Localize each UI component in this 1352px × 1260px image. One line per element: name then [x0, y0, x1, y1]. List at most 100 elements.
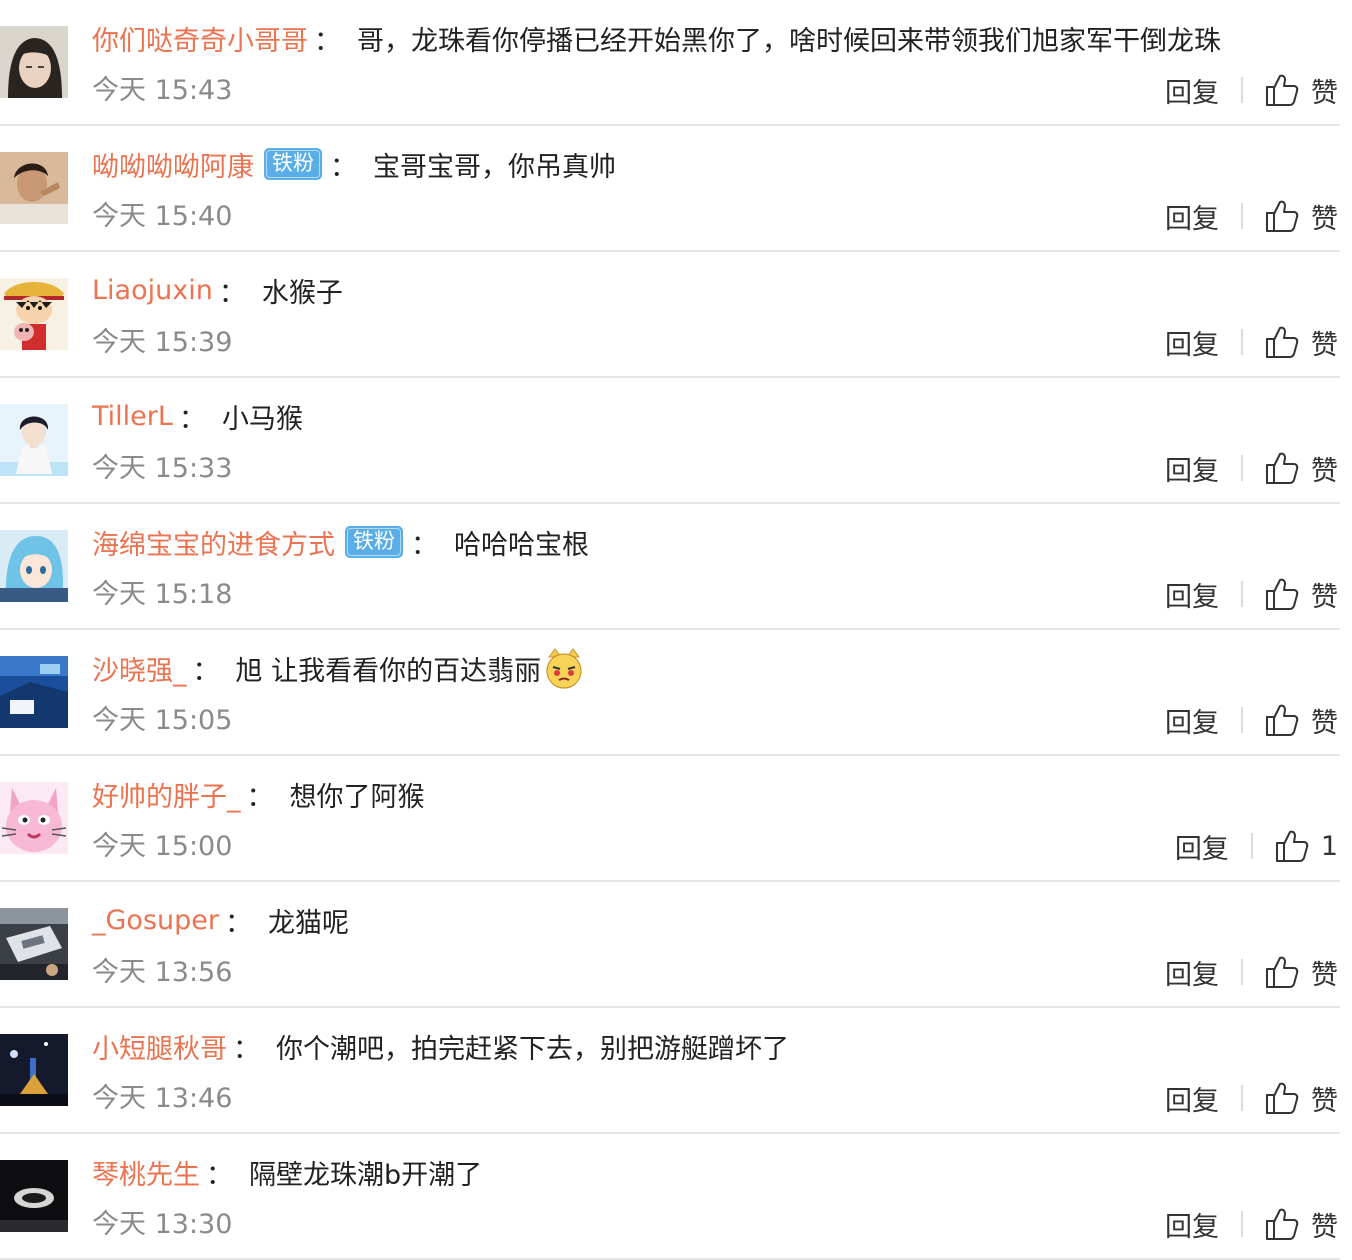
action-divider	[1241, 959, 1243, 985]
avatar[interactable]	[0, 404, 68, 476]
action-divider	[1241, 455, 1243, 481]
username-link[interactable]: 琴桃先生	[92, 1153, 200, 1192]
like-button[interactable]: 赞	[1265, 953, 1338, 992]
comment-actions: 回复 赞	[1165, 950, 1338, 994]
reply-button[interactable]: 回复	[1165, 1079, 1219, 1118]
action-divider	[1241, 581, 1243, 607]
comment-text: 小马猴	[221, 403, 303, 435]
like-label: 赞	[1311, 329, 1338, 361]
like-label: 赞	[1311, 959, 1338, 991]
comment-line: 呦呦呦呦阿康 铁粉 ： 宝哥宝哥，你吊真帅	[92, 142, 616, 186]
comment-actions: 回复 1	[1175, 824, 1338, 868]
comment-line: 小短腿秋哥 ： 你个潮吧，拍完赶紧下去，别把游艇蹭坏了	[92, 1024, 789, 1068]
like-button[interactable]: 赞	[1265, 449, 1338, 488]
colon-separator: ：	[233, 1033, 260, 1065]
comment-line: 海绵宝宝的进食方式 铁粉 ： 哈哈哈宝根	[92, 520, 589, 564]
username-link[interactable]: _Gosuper	[92, 905, 219, 936]
username-link[interactable]: 你们哒奇奇小哥哥	[92, 19, 308, 58]
comment-item: TillerL ： 小马猴 今天 15:33 回复 赞	[0, 378, 1352, 504]
username-link[interactable]: 海绵宝宝的进食方式	[92, 523, 335, 562]
like-button[interactable]: 赞	[1265, 71, 1338, 110]
reply-button[interactable]: 回复	[1165, 575, 1219, 614]
comment-timestamp: 今天 15:05	[92, 705, 233, 736]
comment-timestamp: 今天 13:30	[92, 1209, 233, 1240]
comment-item: 小短腿秋哥 ： 你个潮吧，拍完赶紧下去，别把游艇蹭坏了 今天 13:46 回复 …	[0, 1008, 1352, 1134]
comment-line: 沙晓强_ ： 旭 让我看看你的百达翡丽	[92, 646, 585, 690]
username-link[interactable]: 好帅的胖子_	[92, 775, 241, 814]
emoji-icon	[546, 648, 582, 689]
thumbs-up-icon	[1265, 955, 1299, 989]
comment-list: 你们哒奇奇小哥哥 ： 哥，龙珠看你停播已经开始黑你了，啥时候回来带领我们旭家军干…	[0, 0, 1352, 1260]
username-link[interactable]: 呦呦呦呦阿康	[92, 145, 254, 184]
like-label: 赞	[1311, 1085, 1338, 1117]
comment-timestamp: 今天 15:43	[92, 75, 233, 106]
avatar[interactable]	[0, 656, 68, 728]
reply-button[interactable]: 回复	[1175, 827, 1229, 866]
like-count: 1	[1320, 830, 1338, 862]
comment-timestamp: 今天 15:39	[92, 327, 233, 358]
avatar[interactable]	[0, 1034, 68, 1106]
colon-separator: ：	[224, 907, 252, 939]
reply-button[interactable]: 回复	[1165, 701, 1219, 740]
username-link[interactable]: TillerL	[92, 401, 173, 432]
comment-text: 你个潮吧，拍完赶紧下去，别把游艇蹭坏了	[276, 1033, 789, 1065]
comment-text: 哈哈哈宝根	[454, 529, 589, 561]
avatar[interactable]	[0, 26, 68, 98]
colon-separator: ：	[178, 403, 206, 435]
reply-button[interactable]: 回复	[1165, 449, 1219, 488]
reply-button[interactable]: 回复	[1165, 197, 1219, 236]
username-link[interactable]: Liaojuxin	[92, 275, 213, 306]
comment-item: 好帅的胖子_ ： 想你了阿猴 今天 15:00 回复 1	[0, 756, 1352, 882]
avatar[interactable]	[0, 1160, 68, 1232]
comment-item: 海绵宝宝的进食方式 铁粉 ： 哈哈哈宝根 今天 15:18 回复 赞	[0, 504, 1352, 630]
like-label: 赞	[1311, 581, 1338, 613]
username-link[interactable]: 沙晓强_	[92, 649, 187, 688]
colon-separator: ：	[330, 151, 357, 183]
like-label: 赞	[1311, 1211, 1338, 1243]
comment-text: 哥，龙珠看你停播已经开始黑你了，啥时候回来带领我们旭家军干倒龙珠	[357, 25, 1221, 57]
comment-timestamp: 今天 13:56	[92, 957, 233, 988]
avatar[interactable]	[0, 908, 68, 980]
like-label: 赞	[1311, 455, 1338, 487]
comment-line: TillerL ： 小马猴	[92, 394, 303, 438]
comment-text: 宝哥宝哥，你吊真帅	[373, 151, 616, 183]
reply-button[interactable]: 回复	[1165, 323, 1219, 362]
comment-item: 你们哒奇奇小哥哥 ： 哥，龙珠看你停播已经开始黑你了，啥时候回来带领我们旭家军干…	[0, 0, 1352, 126]
avatar[interactable]	[0, 278, 68, 350]
reply-button[interactable]: 回复	[1165, 1205, 1219, 1244]
comment-line: 好帅的胖子_ ： 想你了阿猴	[92, 772, 425, 816]
fan-badge[interactable]: 铁粉	[264, 148, 322, 180]
like-button[interactable]: 赞	[1265, 701, 1338, 740]
comment-line: 琴桃先生 ： 隔壁龙珠潮b开潮了	[92, 1150, 482, 1194]
thumbs-up-icon	[1275, 829, 1309, 863]
action-divider	[1241, 329, 1243, 355]
fan-badge[interactable]: 铁粉	[345, 526, 403, 558]
like-button[interactable]: 1	[1275, 829, 1338, 863]
avatar[interactable]	[0, 530, 68, 602]
action-divider	[1241, 707, 1243, 733]
like-button[interactable]: 赞	[1265, 575, 1338, 614]
thumbs-up-icon	[1265, 1081, 1299, 1115]
comment-line: Liaojuxin ： 水猴子	[92, 268, 343, 312]
comment-line: 你们哒奇奇小哥哥 ： 哥，龙珠看你停播已经开始黑你了，啥时候回来带领我们旭家军干…	[92, 16, 1221, 60]
username-link[interactable]: 小短腿秋哥	[92, 1027, 227, 1066]
comment-timestamp: 今天 15:33	[92, 453, 233, 484]
like-button[interactable]: 赞	[1265, 197, 1338, 236]
avatar[interactable]	[0, 782, 68, 854]
action-divider	[1250, 833, 1253, 859]
comment-text: 龙猫呢	[267, 907, 349, 939]
thumbs-up-icon	[1265, 703, 1299, 737]
comment-actions: 回复 赞	[1165, 68, 1338, 112]
like-button[interactable]: 赞	[1265, 1079, 1338, 1118]
like-button[interactable]: 赞	[1265, 1205, 1338, 1244]
reply-button[interactable]: 回复	[1165, 953, 1219, 992]
reply-button[interactable]: 回复	[1165, 71, 1219, 110]
avatar[interactable]	[0, 152, 68, 224]
comment-item: 沙晓强_ ： 旭 让我看看你的百达翡丽 今天 15:05 回复 赞	[0, 630, 1352, 756]
comment-text: 想你了阿猴	[289, 781, 425, 813]
like-button[interactable]: 赞	[1265, 323, 1338, 362]
comment-text: 水猴子	[261, 277, 343, 309]
comment-item: 琴桃先生 ： 隔壁龙珠潮b开潮了 今天 13:30 回复 赞	[0, 1134, 1352, 1260]
comment-actions: 回复 赞	[1165, 194, 1338, 238]
comment-timestamp: 今天 15:40	[92, 201, 233, 232]
